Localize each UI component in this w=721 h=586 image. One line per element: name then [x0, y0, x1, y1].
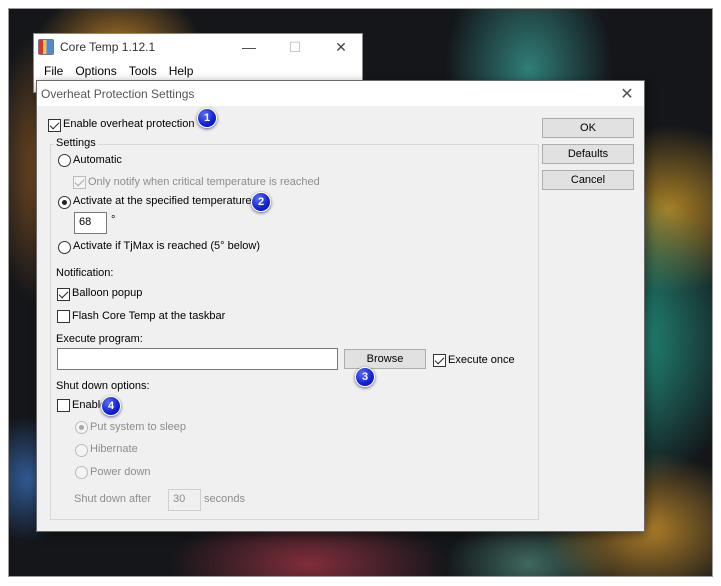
- execute-once-label[interactable]: Execute once: [448, 354, 515, 366]
- sleep-label[interactable]: Put system to sleep: [90, 421, 186, 433]
- activate-specified-radio[interactable]: [58, 196, 71, 209]
- seconds-label: seconds: [204, 493, 245, 505]
- power-down-label[interactable]: Power down: [90, 466, 151, 478]
- core-temp-app-icon: [38, 39, 54, 55]
- activate-tjmax-label[interactable]: Activate if TjMax is reached (5° below): [73, 240, 260, 252]
- balloon-popup-label[interactable]: Balloon popup: [72, 287, 142, 299]
- browse-button[interactable]: Browse: [344, 349, 426, 369]
- dialog-title-bar: Overheat Protection Settings: [37, 81, 644, 106]
- only-notify-checkbox[interactable]: [73, 176, 86, 189]
- shutdown-enable-checkbox[interactable]: [57, 399, 70, 412]
- dialog-close-icon[interactable]: ✕: [610, 81, 644, 106]
- annotation-badge-3: 3: [355, 367, 375, 387]
- menu-tools[interactable]: Tools: [123, 64, 163, 78]
- execute-program-input[interactable]: [57, 348, 338, 370]
- enable-protection-checkbox[interactable]: [48, 119, 61, 132]
- shutdown-after-label: Shut down after: [74, 493, 152, 505]
- minimize-icon[interactable]: —: [226, 34, 272, 60]
- execute-program-label: Execute program:: [56, 333, 143, 345]
- hibernate-label[interactable]: Hibernate: [90, 443, 138, 455]
- automatic-radio[interactable]: [58, 154, 71, 167]
- enable-protection-label[interactable]: Enable overheat protection: [63, 118, 194, 130]
- menu-file[interactable]: File: [38, 64, 69, 78]
- cancel-button[interactable]: Cancel: [542, 170, 634, 190]
- execute-once-checkbox[interactable]: [433, 354, 446, 367]
- dialog-title: Overheat Protection Settings: [41, 86, 195, 101]
- defaults-button[interactable]: Defaults: [542, 144, 634, 164]
- activate-tjmax-radio[interactable]: [58, 241, 71, 254]
- settings-group-label: Settings: [54, 137, 98, 149]
- overheat-protection-dialog: Overheat Protection Settings ✕ Enable ov…: [36, 80, 645, 532]
- annotation-badge-4: 4: [101, 396, 121, 416]
- menu-bar: File Options Tools Help: [34, 60, 362, 82]
- temperature-input[interactable]: 68: [74, 212, 107, 234]
- balloon-popup-checkbox[interactable]: [57, 288, 70, 301]
- shutdown-options-label: Shut down options:: [56, 380, 150, 392]
- close-icon[interactable]: ✕: [318, 34, 364, 60]
- annotation-badge-1: 1: [197, 108, 217, 128]
- sleep-radio[interactable]: [75, 421, 88, 434]
- menu-options[interactable]: Options: [69, 64, 122, 78]
- flash-taskbar-label[interactable]: Flash Core Temp at the taskbar: [72, 310, 225, 322]
- temperature-unit: °: [111, 214, 116, 226]
- hibernate-radio[interactable]: [75, 444, 88, 457]
- only-notify-label[interactable]: Only notify when critical temperature is…: [88, 176, 320, 188]
- main-window-title: Core Temp 1.12.1: [60, 40, 156, 54]
- notification-label: Notification:: [56, 267, 114, 279]
- activate-specified-label[interactable]: Activate at the specified temperature: [73, 195, 252, 207]
- ok-button[interactable]: OK: [542, 118, 634, 138]
- shutdown-seconds-input[interactable]: 30: [168, 489, 201, 511]
- automatic-label[interactable]: Automatic: [73, 154, 122, 166]
- maximize-icon[interactable]: ☐: [272, 34, 318, 60]
- flash-taskbar-checkbox[interactable]: [57, 310, 70, 323]
- power-down-radio[interactable]: [75, 466, 88, 479]
- annotation-badge-2: 2: [251, 192, 271, 212]
- menu-help[interactable]: Help: [163, 64, 200, 78]
